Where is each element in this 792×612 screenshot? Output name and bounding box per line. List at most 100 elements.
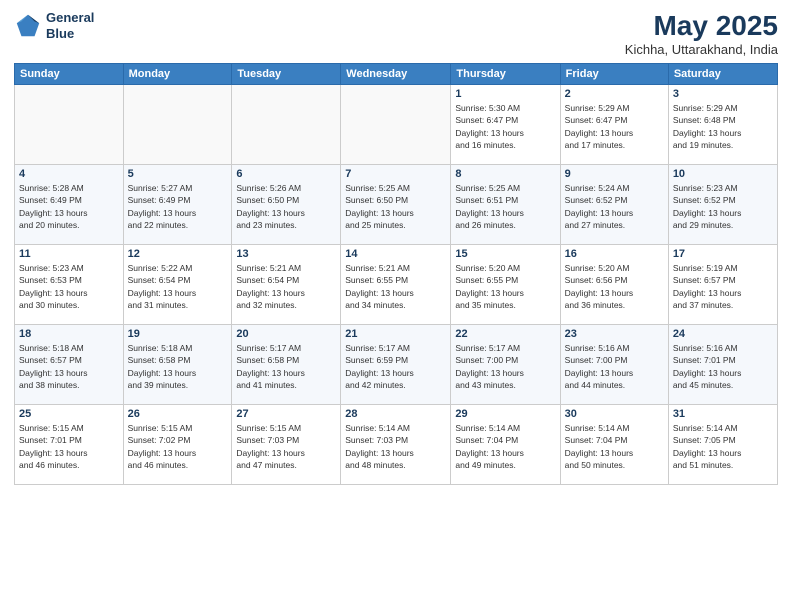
calendar-cell: 14 Sunrise: 5:21 AM Sunset: 6:55 PM Dayli…: [341, 245, 451, 325]
day-number: 10: [673, 168, 773, 180]
calendar-cell: 20Sunrise: 5:17 AM Sunset: 6:58 PM Dayli…: [232, 325, 341, 405]
day-info: Sunrise: 5:27 AM Sunset: 6:49 PM Dayligh…: [128, 182, 228, 231]
calendar-cell: 30 Sunrise: 5:14 AM Sunset: 7:04 PM Dayli…: [560, 405, 668, 485]
calendar-cell: 10 Sunrise: 5:23 AM Sunset: 6:52 PM Dayli…: [668, 165, 777, 245]
day-number: 26: [128, 408, 228, 420]
day-number: 14: [345, 248, 446, 260]
calendar-cell: 15 Sunrise: 5:20 AM Sunset: 6:55 PM Dayli…: [451, 245, 560, 325]
calendar-week-5: 25 Sunrise: 5:15 AM Sunset: 7:01 PM Dayli…: [15, 405, 778, 485]
day-info: Sunrise: 5:15 AM Sunset: 7:01 PM Dayligh…: [19, 422, 119, 471]
title-block: May 2025 Kichha, Uttarakhand, India: [625, 10, 778, 57]
day-number: 13: [236, 248, 336, 260]
calendar-cell: 16 Sunrise: 5:20 AM Sunset: 6:56 PM Dayli…: [560, 245, 668, 325]
day-info: Sunrise: 5:28 AM Sunset: 6:49 PM Dayligh…: [19, 182, 119, 231]
day-info: Sunrise: 5:15 AM Sunset: 7:03 PM Dayligh…: [236, 422, 336, 471]
logo-text: General Blue: [46, 10, 94, 41]
calendar-cell: 5 Sunrise: 5:27 AM Sunset: 6:49 PM Daylig…: [123, 165, 232, 245]
calendar-cell: 11 Sunrise: 5:23 AM Sunset: 6:53 PM Dayli…: [15, 245, 124, 325]
day-info: Sunrise: 5:23 AM Sunset: 6:53 PM Dayligh…: [19, 262, 119, 311]
day-info: Sunrise: 5:21 AM Sunset: 6:54 PM Dayligh…: [236, 262, 336, 311]
calendar-table: SundayMondayTuesdayWednesdayThursdayFrid…: [14, 63, 778, 485]
calendar-week-2: 4 Sunrise: 5:28 AM Sunset: 6:49 PM Daylig…: [15, 165, 778, 245]
calendar-cell: 19 Sunrise: 5:18 AM Sunset: 6:58 PM Dayli…: [123, 325, 232, 405]
calendar-cell: 31Sunrise: 5:14 AM Sunset: 7:05 PM Dayli…: [668, 405, 777, 485]
header-day-friday: Friday: [560, 64, 668, 85]
day-info: Sunrise: 5:29 AM Sunset: 6:47 PM Dayligh…: [565, 102, 664, 151]
day-info: Sunrise: 5:14 AM Sunset: 7:04 PM Dayligh…: [565, 422, 664, 471]
day-info: Sunrise: 5:17 AM Sunset: 6:59 PM Dayligh…: [345, 342, 446, 391]
day-info: Sunrise: 5:17 AM Sunset: 7:00 PM Dayligh…: [455, 342, 555, 391]
day-info: Sunrise: 5:18 AM Sunset: 6:57 PM Dayligh…: [19, 342, 119, 391]
day-info: Sunrise: 5:30 AM Sunset: 6:47 PM Dayligh…: [455, 102, 555, 151]
day-number: 5: [128, 168, 228, 180]
calendar-cell: 29Sunrise: 5:14 AM Sunset: 7:04 PM Dayli…: [451, 405, 560, 485]
calendar-cell: 9 Sunrise: 5:24 AM Sunset: 6:52 PM Daylig…: [560, 165, 668, 245]
day-number: 11: [19, 248, 119, 260]
day-info: Sunrise: 5:25 AM Sunset: 6:51 PM Dayligh…: [455, 182, 555, 231]
day-number: 6: [236, 168, 336, 180]
day-info: Sunrise: 5:20 AM Sunset: 6:55 PM Dayligh…: [455, 262, 555, 311]
day-number: 1: [455, 88, 555, 100]
calendar-week-3: 11 Sunrise: 5:23 AM Sunset: 6:53 PM Dayli…: [15, 245, 778, 325]
day-info: Sunrise: 5:16 AM Sunset: 7:01 PM Dayligh…: [673, 342, 773, 391]
header-day-wednesday: Wednesday: [341, 64, 451, 85]
header-day-tuesday: Tuesday: [232, 64, 341, 85]
day-info: Sunrise: 5:20 AM Sunset: 6:56 PM Dayligh…: [565, 262, 664, 311]
day-info: Sunrise: 5:23 AM Sunset: 6:52 PM Dayligh…: [673, 182, 773, 231]
day-number: 2: [565, 88, 664, 100]
calendar-cell: 26 Sunrise: 5:15 AM Sunset: 7:02 PM Dayli…: [123, 405, 232, 485]
calendar-cell: [15, 85, 124, 165]
day-info: Sunrise: 5:19 AM Sunset: 6:57 PM Dayligh…: [673, 262, 773, 311]
day-number: 24: [673, 328, 773, 340]
day-number: 21: [345, 328, 446, 340]
day-info: Sunrise: 5:24 AM Sunset: 6:52 PM Dayligh…: [565, 182, 664, 231]
calendar-week-1: 1 Sunrise: 5:30 AM Sunset: 6:47 PM Daylig…: [15, 85, 778, 165]
calendar-cell: 2 Sunrise: 5:29 AM Sunset: 6:47 PM Daylig…: [560, 85, 668, 165]
day-number: 31: [673, 408, 773, 420]
day-number: 25: [19, 408, 119, 420]
day-number: 19: [128, 328, 228, 340]
calendar-cell: [341, 85, 451, 165]
day-number: 17: [673, 248, 773, 260]
header-day-sunday: Sunday: [15, 64, 124, 85]
day-number: 30: [565, 408, 664, 420]
day-info: Sunrise: 5:25 AM Sunset: 6:50 PM Dayligh…: [345, 182, 446, 231]
day-info: Sunrise: 5:15 AM Sunset: 7:02 PM Dayligh…: [128, 422, 228, 471]
calendar-cell: 22Sunrise: 5:17 AM Sunset: 7:00 PM Dayli…: [451, 325, 560, 405]
day-info: Sunrise: 5:18 AM Sunset: 6:58 PM Dayligh…: [128, 342, 228, 391]
calendar-header-row: SundayMondayTuesdayWednesdayThursdayFrid…: [15, 64, 778, 85]
day-number: 18: [19, 328, 119, 340]
calendar-cell: [232, 85, 341, 165]
calendar-cell: 8 Sunrise: 5:25 AM Sunset: 6:51 PM Daylig…: [451, 165, 560, 245]
logo: General Blue: [14, 10, 94, 41]
calendar-cell: 24 Sunrise: 5:16 AM Sunset: 7:01 PM Dayli…: [668, 325, 777, 405]
day-number: 15: [455, 248, 555, 260]
calendar-cell: 17 Sunrise: 5:19 AM Sunset: 6:57 PM Dayli…: [668, 245, 777, 325]
calendar-cell: 21 Sunrise: 5:17 AM Sunset: 6:59 PM Dayli…: [341, 325, 451, 405]
day-number: 28: [345, 408, 446, 420]
day-number: 12: [128, 248, 228, 260]
day-number: 7: [345, 168, 446, 180]
calendar-cell: 27Sunrise: 5:15 AM Sunset: 7:03 PM Dayli…: [232, 405, 341, 485]
calendar-cell: 23Sunrise: 5:16 AM Sunset: 7:00 PM Dayli…: [560, 325, 668, 405]
month-title: May 2025: [625, 10, 778, 42]
calendar-cell: [123, 85, 232, 165]
calendar-cell: 28 Sunrise: 5:14 AM Sunset: 7:03 PM Dayli…: [341, 405, 451, 485]
header-day-thursday: Thursday: [451, 64, 560, 85]
calendar-cell: 7 Sunrise: 5:25 AM Sunset: 6:50 PM Daylig…: [341, 165, 451, 245]
calendar-cell: 1 Sunrise: 5:30 AM Sunset: 6:47 PM Daylig…: [451, 85, 560, 165]
day-number: 3: [673, 88, 773, 100]
day-number: 4: [19, 168, 119, 180]
calendar-cell: 3 Sunrise: 5:29 AM Sunset: 6:48 PM Daylig…: [668, 85, 777, 165]
header: General Blue May 2025 Kichha, Uttarakhan…: [14, 10, 778, 57]
day-number: 9: [565, 168, 664, 180]
day-number: 29: [455, 408, 555, 420]
day-number: 20: [236, 328, 336, 340]
day-info: Sunrise: 5:29 AM Sunset: 6:48 PM Dayligh…: [673, 102, 773, 151]
calendar-cell: 12Sunrise: 5:22 AM Sunset: 6:54 PM Dayli…: [123, 245, 232, 325]
day-info: Sunrise: 5:21 AM Sunset: 6:55 PM Dayligh…: [345, 262, 446, 311]
day-info: Sunrise: 5:14 AM Sunset: 7:03 PM Dayligh…: [345, 422, 446, 471]
calendar-container: General Blue May 2025 Kichha, Uttarakhan…: [0, 0, 792, 612]
day-number: 16: [565, 248, 664, 260]
day-number: 8: [455, 168, 555, 180]
